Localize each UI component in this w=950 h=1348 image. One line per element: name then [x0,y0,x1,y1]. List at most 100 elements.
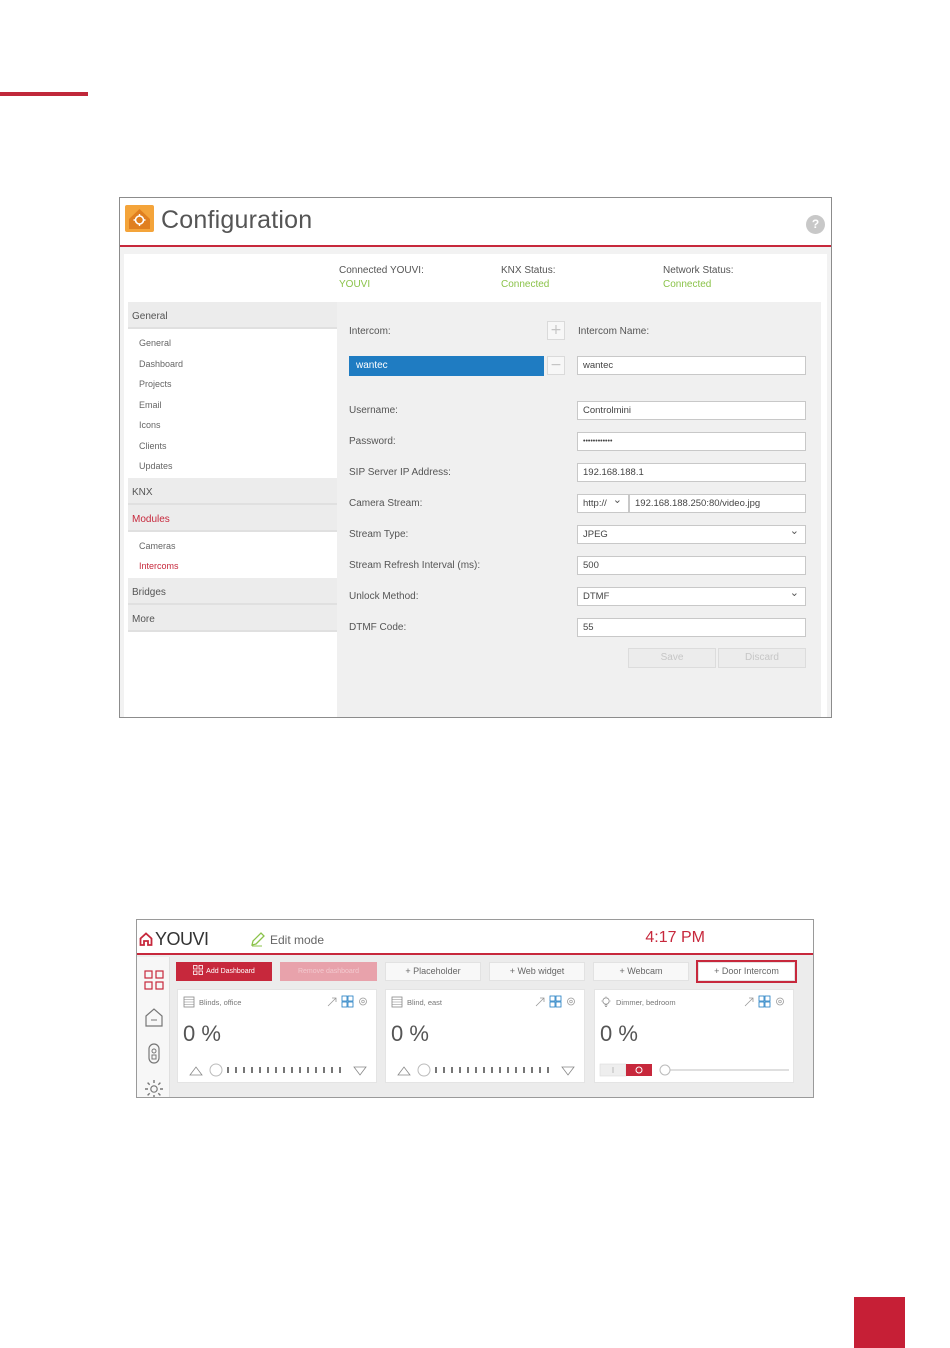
card-tools-icon[interactable] [534,995,578,1008]
page-title: Configuration [161,206,313,234]
remove-dashboard-label: Remove dashboard [297,968,360,975]
dashboard-screenshot: YOUVI Edit mode 4:17 PM Add Dashboard Re… [136,919,814,1098]
add-web-widget-button[interactable]: + Web widget [489,962,585,981]
youvi-logo: YOUVI [139,929,209,949]
youvi-house-logo-icon [125,205,154,232]
sidebar-section-general[interactable]: General [128,302,337,329]
sidebar-section-modules[interactable]: Modules [128,504,337,532]
web-widget-label: Web widget [517,966,565,976]
camera-protocol-select[interactable]: http:// [577,494,629,513]
home-icon[interactable] [143,1006,165,1028]
stream-type-label: Stream Type: [349,529,409,540]
password-field[interactable]: •••••••••••• [577,432,806,451]
plus-icon: + [405,966,414,976]
add-dashboard-label: Add Dashboard [206,968,255,975]
stream-type-select[interactable]: JPEG [577,525,806,544]
unlock-method-label: Unlock Method: [349,591,419,602]
intercom-name-label: Intercom Name: [578,326,650,337]
dtmf-code-label: DTMF Code: [349,622,407,633]
status-value: Connected [663,279,712,290]
intercom-list-item-selected[interactable]: wantec [349,356,544,376]
sidebar-section-knx[interactable]: KNX [128,477,337,505]
pencil-icon [251,931,265,946]
plus-icon: + [714,966,722,976]
status-value: YOUVI [339,279,371,290]
unlock-method-select[interactable]: DTMF [577,587,806,606]
username-label: Username: [349,405,398,416]
sidebar-item-icons[interactable]: Icons [128,414,337,435]
logo-text: YOUVI [155,928,209,949]
dashboard-grid-icon[interactable] [143,969,165,991]
door-intercom-icon[interactable] [143,1042,165,1064]
widget-card-blinds-office[interactable]: Blinds, office 0 % [177,989,377,1083]
blind-slider-control[interactable] [188,1063,368,1077]
sidebar-item-updates[interactable]: Updates [128,455,337,476]
sidebar-section-bridges[interactable]: Bridges [128,577,337,605]
placeholder-label: Placeholder [413,966,461,976]
card-tools-icon[interactable] [743,995,787,1008]
configuration-header: Configuration ? [120,198,831,247]
grid-add-icon [193,965,204,975]
status-network: Network Status: Connected [663,264,734,292]
dashboard-sidebar [137,957,170,1098]
blinds-icon [391,996,403,1008]
card-title: Blinds, office [199,998,242,1007]
discard-button[interactable]: Discard [718,648,806,668]
intercom-label: Intercom: [349,326,391,337]
card-value: 0 % [391,1021,429,1046]
widget-card-dimmer-bedroom[interactable]: Dimmer, bedroom 0 % [594,989,794,1083]
widget-card-blind-east[interactable]: Blind, east 0 % [385,989,585,1083]
status-value: Connected [501,279,550,290]
card-value: 0 % [600,1021,638,1046]
dashboard-topbar: YOUVI Edit mode 4:17 PM [137,920,813,955]
configuration-body: Connected YOUVI: YOUVI KNX Status: Conne… [124,254,827,717]
refresh-interval-field[interactable]: 500 [577,556,806,575]
header-accent-rule [0,92,88,96]
remove-intercom-button[interactable]: − [547,356,565,375]
settings-sidebar: General General Dashboard Projects Email… [128,302,337,717]
card-tools-icon[interactable] [326,995,370,1008]
camera-stream-label: Camera Stream: [349,498,423,509]
edit-mode-indicator[interactable]: Edit mode [250,930,324,947]
blinds-icon [183,996,195,1008]
remove-dashboard-button[interactable]: Remove dashboard [280,962,377,981]
sidebar-item-email[interactable]: Email [128,394,337,415]
username-field[interactable]: Controlmini [577,401,806,420]
sidebar-item-intercoms[interactable]: Intercoms [128,555,337,576]
edit-mode-label: Edit mode [270,933,325,947]
configuration-screenshot: Configuration ? Connected YOUVI: YOUVI K… [119,197,832,718]
sidebar-item-general[interactable]: General [128,332,337,353]
dimmer-toggle-slider[interactable] [599,1063,791,1077]
bulb-icon [601,996,611,1007]
settings-gear-icon[interactable] [143,1078,165,1098]
intercom-settings-form: Intercom: + Intercom Name: wantec − want… [337,302,821,717]
add-placeholder-button[interactable]: + Placeholder [385,962,481,981]
add-webcam-button[interactable]: + Webcam [593,962,689,981]
sidebar-item-clients[interactable]: Clients [128,435,337,456]
sidebar-item-projects[interactable]: Projects [128,373,337,394]
clock: 4:17 PM [645,929,705,946]
status-knx: KNX Status: Connected [501,264,555,292]
intercom-name-field[interactable]: wantec [577,356,806,375]
add-intercom-button[interactable]: + [547,321,565,340]
sidebar-section-more[interactable]: More [128,604,337,632]
webcam-label: Webcam [627,966,663,976]
status-label: Network Status: [663,265,734,276]
add-dashboard-button[interactable]: Add Dashboard [176,962,272,981]
add-door-intercom-button[interactable]: + Door Intercom [696,960,797,983]
status-connected-youvi: Connected YOUVI: YOUVI [339,264,424,292]
save-button[interactable]: Save [628,648,716,668]
sip-server-field[interactable]: 192.168.188.1 [577,463,806,482]
house-logo-icon [139,932,153,946]
blind-slider-control[interactable] [396,1063,576,1077]
dtmf-code-field[interactable]: 55 [577,618,806,637]
card-title: Dimmer, bedroom [616,998,676,1007]
camera-url-field[interactable]: 192.168.188.250:80/video.jpg [629,494,806,513]
sidebar-item-dashboard[interactable]: Dashboard [128,353,337,374]
sidebar-item-cameras[interactable]: Cameras [128,535,337,556]
card-value: 0 % [183,1021,221,1046]
door-intercom-label: Door Intercom [721,966,779,976]
page-edge-tab [854,1297,905,1348]
help-icon[interactable]: ? [806,215,825,234]
status-label: KNX Status: [501,265,556,276]
